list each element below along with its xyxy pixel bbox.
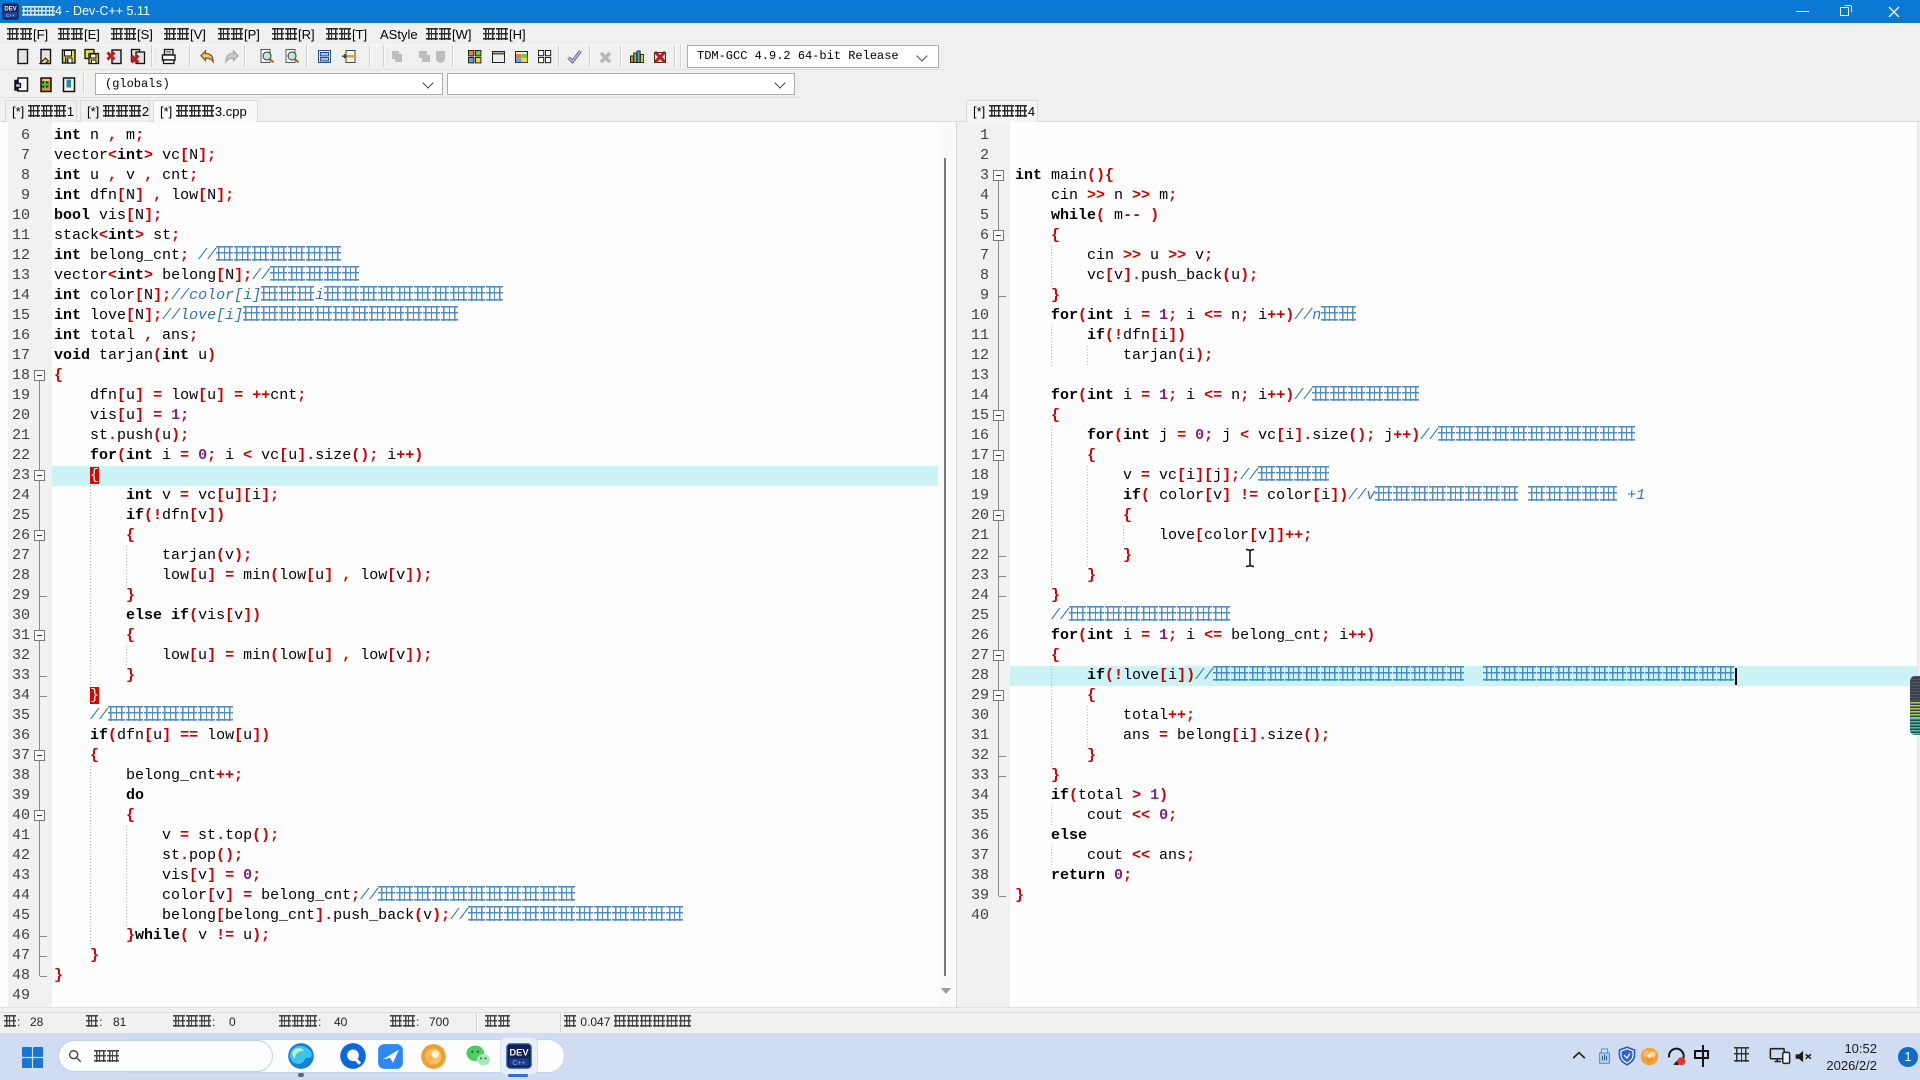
svg-text:C++: C++: [512, 1060, 525, 1067]
svg-text:DEV: DEV: [509, 1047, 529, 1057]
svg-text:DEV: DEV: [4, 7, 16, 13]
svg-text:C++: C++: [6, 13, 15, 18]
